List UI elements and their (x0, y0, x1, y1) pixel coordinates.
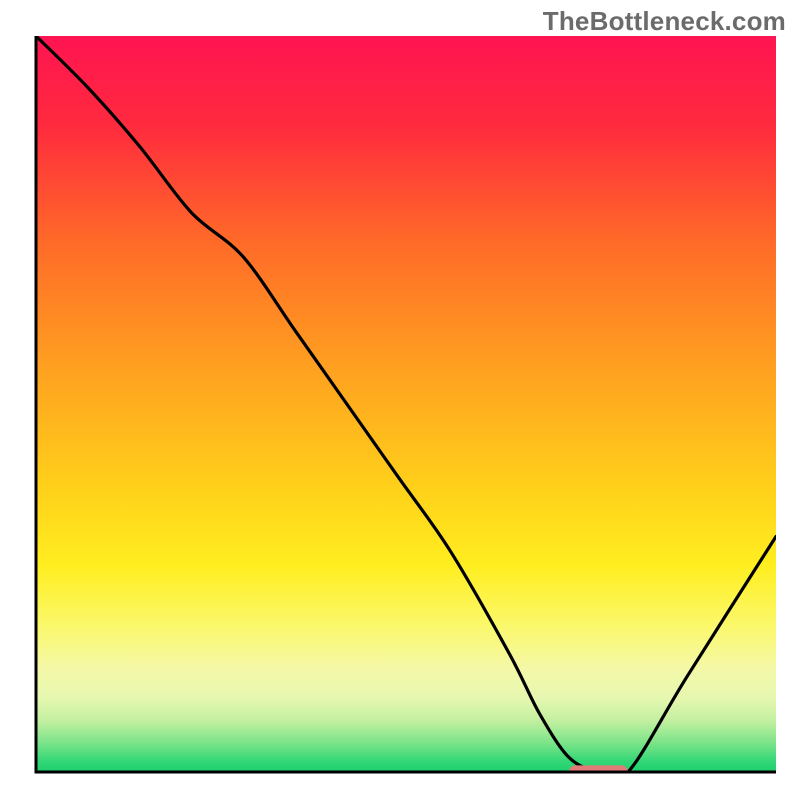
chart-container: TheBottleneck.com (0, 0, 800, 800)
gradient-background (36, 36, 776, 772)
bottleneck-chart (0, 0, 800, 800)
